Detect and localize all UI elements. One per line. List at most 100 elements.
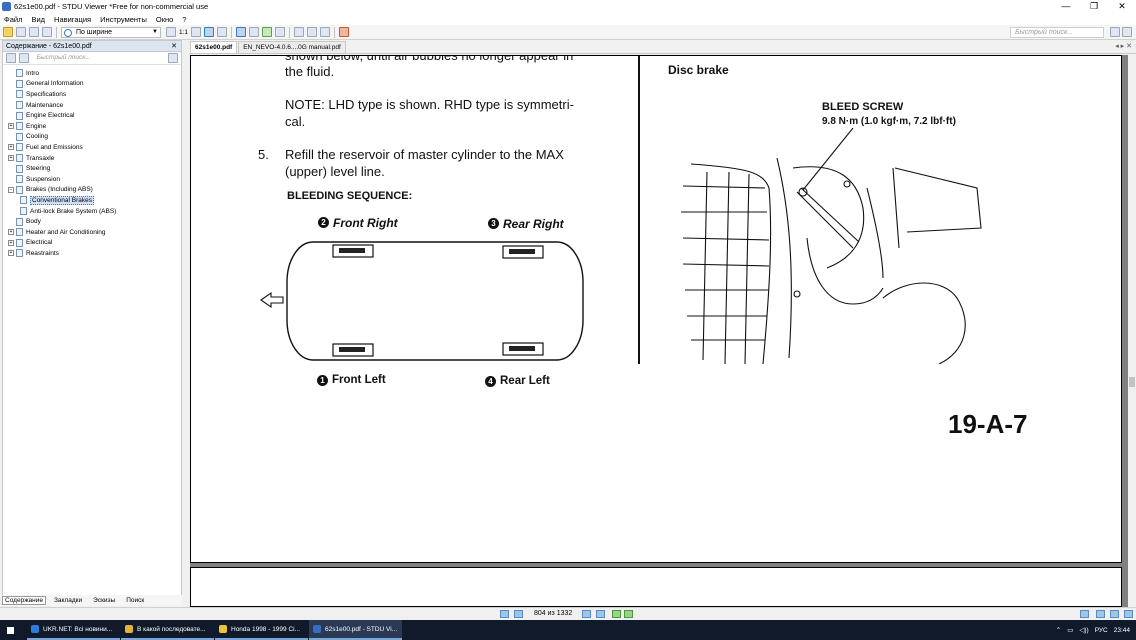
taskbar-item-stdu-viewer[interactable]: 62s1e00.pdf - STDU Vi...: [309, 620, 402, 640]
tab-thumbnails[interactable]: Эскизы: [90, 596, 118, 605]
taskbar-item-browser-chrome[interactable]: В какой последовате...: [121, 620, 214, 640]
input-language[interactable]: РУС: [1095, 627, 1108, 634]
tab-document-62s1e00[interactable]: 62s1e00.pdf: [190, 41, 238, 53]
text-select-icon[interactable]: [249, 27, 260, 37]
toc-item[interactable]: + Fuel and Emissions: [8, 142, 83, 153]
sequence-number-badge: 2: [318, 217, 329, 228]
find-icon[interactable]: [294, 27, 305, 37]
step-number: 5.: [258, 147, 269, 162]
first-page-icon[interactable]: [500, 610, 509, 618]
toc-item[interactable]: Conventional Brakes: [20, 195, 94, 206]
toc-item[interactable]: + Reastraints: [8, 248, 59, 259]
network-icon[interactable]: ▭: [1067, 626, 1073, 634]
document-viewer[interactable]: shown below, until air bubbles no longer…: [190, 55, 1128, 607]
toc-item[interactable]: +Maintenance: [8, 100, 63, 111]
open-folder-icon[interactable]: [3, 27, 13, 37]
windows-start-button[interactable]: [0, 620, 20, 640]
close-button[interactable]: ✕: [1108, 0, 1136, 13]
menu-help[interactable]: ?: [182, 15, 186, 24]
toc-item[interactable]: + Transaxle: [8, 153, 54, 164]
scrollbar-thumb[interactable]: [1129, 377, 1135, 387]
tab-scroll-arrows[interactable]: ◂ ▸ ✕: [1115, 42, 1132, 50]
find-next-icon[interactable]: [307, 27, 318, 37]
contents-search-row: Быстрый поиск...: [3, 52, 181, 65]
document-page-icon: [16, 154, 23, 163]
toc-item[interactable]: +Intro: [8, 68, 39, 79]
toc-item[interactable]: +Steering: [8, 163, 50, 174]
menu-file[interactable]: Файл: [4, 15, 22, 24]
taskbar-item-browser-edge[interactable]: UKR.NET: Всі новини...: [27, 620, 120, 640]
fit-height-icon[interactable]: [217, 27, 228, 37]
toc-item[interactable]: + Electrical: [8, 238, 52, 249]
caliper-bolt: [793, 290, 801, 298]
print-icon[interactable]: [16, 27, 26, 37]
last-page-icon[interactable]: [596, 610, 605, 618]
toc-item[interactable]: + Engine: [8, 121, 46, 132]
toc-item[interactable]: +Cooling: [8, 132, 48, 143]
collapse-all-icon[interactable]: [18, 53, 29, 63]
continuous-view-icon[interactable]: [1096, 610, 1105, 618]
actual-size-button[interactable]: 1:1: [179, 29, 188, 36]
toc-item[interactable]: − Brakes (Including ABS): [8, 185, 93, 196]
taskbar-item-explorer[interactable]: Honda 1998 - 1999 Ci...: [215, 620, 308, 640]
rotate-icon[interactable]: [320, 27, 331, 37]
two-page-view-icon[interactable]: [1110, 610, 1119, 618]
search-options-icon[interactable]: [1122, 27, 1132, 37]
copy-icon[interactable]: [42, 27, 52, 37]
single-page-icon[interactable]: [275, 27, 286, 37]
toc-item[interactable]: +General Information: [8, 79, 83, 90]
tab-bookmarks[interactable]: Закладки: [51, 596, 85, 605]
select-tool-icon[interactable]: [236, 27, 247, 37]
binoculars-icon[interactable]: [1110, 27, 1120, 37]
next-pdf-page: [190, 567, 1122, 607]
menu-view[interactable]: Вид: [31, 15, 45, 24]
clock[interactable]: 23:44: [1114, 627, 1130, 634]
maximize-button[interactable]: ❐: [1080, 0, 1108, 13]
collapse-toggle-icon[interactable]: −: [8, 186, 14, 193]
forward-icon[interactable]: [624, 610, 633, 618]
tab-document-nevo-manual[interactable]: EN_NEVO-4.0.6....0G manual.pdf: [238, 41, 346, 53]
contents-search-input[interactable]: Быстрый поиск...: [32, 53, 150, 63]
prev-page-icon[interactable]: [514, 610, 523, 618]
toc-item[interactable]: + Heater and Air Conditioning: [8, 227, 106, 238]
menu-window[interactable]: Окно: [156, 15, 173, 24]
volume-icon[interactable]: ◁)): [1079, 626, 1088, 634]
tab-contents[interactable]: Содержание: [2, 596, 46, 605]
toc-item[interactable]: +Suspension: [8, 174, 60, 185]
next-page-icon[interactable]: [582, 610, 591, 618]
toc-item[interactable]: +Specifications: [8, 89, 66, 100]
fit-page-icon[interactable]: [191, 27, 202, 37]
quick-search-input[interactable]: Быстрый поиск...: [1010, 27, 1104, 38]
grid-view-icon[interactable]: [1124, 610, 1133, 618]
toc-item[interactable]: +Body: [8, 216, 41, 227]
zoom-mode-select[interactable]: По ширине ▼: [61, 26, 161, 38]
fit-width-icon[interactable]: [204, 27, 215, 37]
expand-toggle-icon[interactable]: +: [8, 144, 14, 151]
expand-toggle-icon[interactable]: +: [8, 123, 14, 130]
tray-chevron-icon[interactable]: ⌃: [1056, 626, 1061, 634]
single-page-view-icon[interactable]: [1080, 610, 1089, 618]
toc-item[interactable]: Anti-lock Brake System (ABS): [20, 206, 116, 217]
pencil-icon[interactable]: [339, 27, 350, 37]
back-icon[interactable]: [612, 610, 621, 618]
expand-toggle-icon[interactable]: +: [8, 155, 14, 162]
save-icon[interactable]: [29, 27, 39, 37]
strut: [866, 167, 900, 279]
menu-navigation[interactable]: Навигация: [54, 15, 91, 24]
vertical-scrollbar[interactable]: [1128, 55, 1136, 607]
tire-tread-lines: [681, 185, 770, 341]
menu-tools[interactable]: Инструменты: [100, 15, 147, 24]
page-counter[interactable]: 804 из 1332: [534, 610, 572, 617]
toc-item[interactable]: +Engine Electrical: [8, 110, 74, 121]
binoculars-icon[interactable]: [168, 53, 179, 63]
minimize-button[interactable]: —: [1052, 0, 1080, 13]
snapshot-icon[interactable]: [262, 27, 273, 37]
close-panel-icon[interactable]: ✕: [171, 41, 177, 52]
expand-toggle-icon[interactable]: +: [8, 250, 14, 257]
zoom-in-icon[interactable]: [166, 27, 176, 37]
expand-all-icon[interactable]: [6, 53, 16, 63]
expand-toggle-icon[interactable]: +: [8, 239, 14, 246]
taskbar-item-label: В какой последовате...: [137, 625, 206, 633]
expand-toggle-icon[interactable]: +: [8, 229, 14, 236]
tab-search[interactable]: Поиск: [123, 596, 147, 605]
